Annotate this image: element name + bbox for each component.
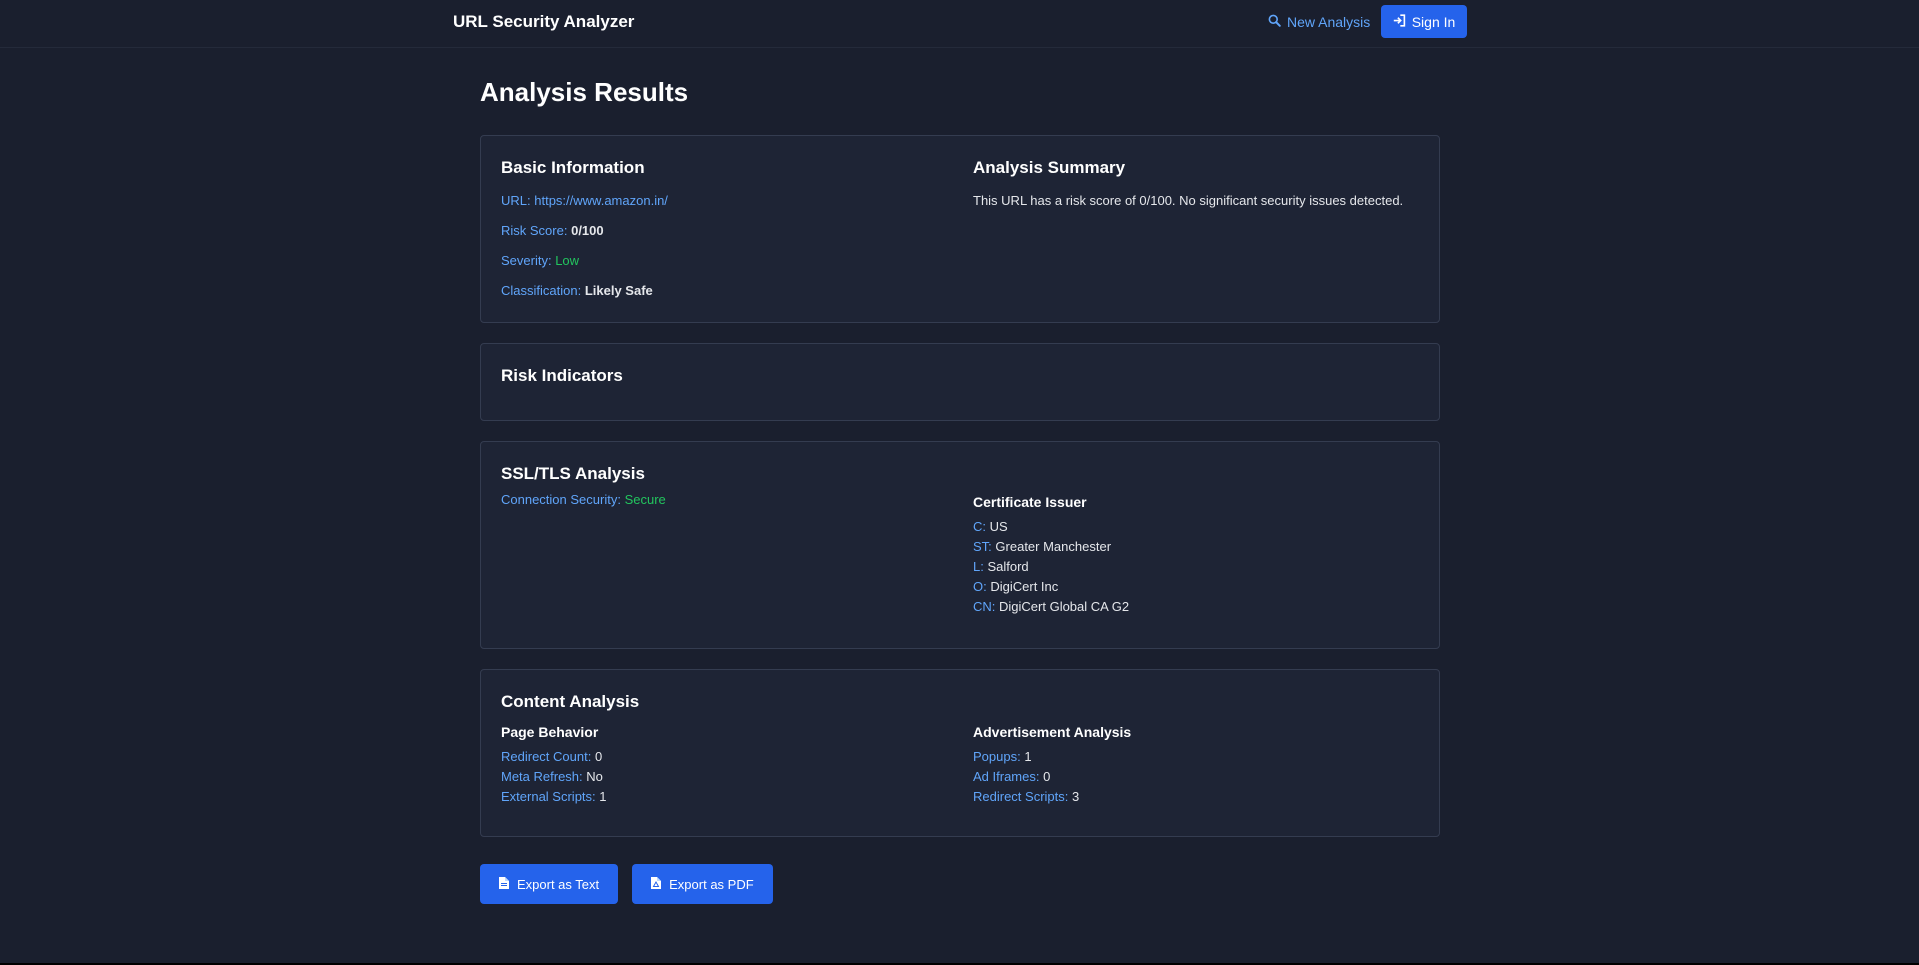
file-text-icon bbox=[499, 876, 509, 892]
issuer-row: C: US bbox=[973, 517, 1419, 537]
ssl-card: SSL/TLS Analysis Connection Security: Se… bbox=[480, 441, 1440, 649]
issuer-row: ST: Greater Manchester bbox=[973, 537, 1419, 557]
sign-in-icon bbox=[1393, 13, 1406, 30]
risk-indicators-title: Risk Indicators bbox=[501, 366, 623, 385]
item-value: 0 bbox=[1043, 769, 1051, 784]
risk-indicators-card: Risk Indicators bbox=[480, 343, 1440, 421]
sign-in-label: Sign In bbox=[1411, 13, 1456, 30]
url-label: URL: bbox=[501, 193, 531, 208]
sign-in-button[interactable]: Sign In bbox=[1381, 5, 1467, 38]
issuer-row: O: DigiCert Inc bbox=[973, 577, 1419, 597]
item-key: Meta Refresh: bbox=[501, 769, 583, 784]
issuer-value: DigiCert Inc bbox=[990, 579, 1059, 594]
file-pdf-icon bbox=[651, 876, 662, 892]
ssl-title: SSL/TLS Analysis bbox=[501, 464, 645, 483]
item-value: 3 bbox=[1072, 789, 1080, 804]
risk-score-value: 0/100 bbox=[571, 223, 604, 238]
severity-value: Low bbox=[555, 253, 580, 268]
severity-row: Severity: Low bbox=[501, 253, 973, 268]
export-text-button[interactable]: Export as Text bbox=[480, 864, 619, 904]
analysis-summary-title: Analysis Summary bbox=[973, 158, 1126, 177]
advertisement-analysis-title: Advertisement Analysis bbox=[973, 724, 1132, 740]
issuer-value: Greater Manchester bbox=[995, 539, 1112, 554]
risk-score-row: Risk Score: 0/100 bbox=[501, 223, 973, 238]
export-pdf-label: Export as PDF bbox=[669, 876, 754, 892]
issuer-value: DigiCert Global CA G2 bbox=[999, 599, 1130, 614]
connection-security-row: Connection Security: Secure bbox=[501, 492, 973, 507]
item-key: Popups: bbox=[973, 749, 1021, 764]
certificate-issuer-list: C: US ST: Greater Manchester L: Salford … bbox=[973, 517, 1419, 617]
connection-security-label: Connection Security: bbox=[501, 492, 621, 507]
issuer-value: Salford bbox=[987, 559, 1029, 574]
url-row: URL: https://www.amazon.in/ bbox=[501, 193, 973, 208]
issuer-row: L: Salford bbox=[973, 557, 1419, 577]
page-behavior-list: Redirect Count: 0 Meta Refresh: No Exter… bbox=[501, 747, 973, 807]
severity-label: Severity: bbox=[501, 253, 552, 268]
item-value: No bbox=[586, 769, 603, 784]
list-item: Redirect Scripts: 3 bbox=[973, 787, 1419, 807]
analysis-summary-text: This URL has a risk score of 0/100. No s… bbox=[973, 193, 1404, 208]
issuer-row: CN: DigiCert Global CA G2 bbox=[973, 597, 1419, 617]
item-key: External Scripts: bbox=[501, 789, 596, 804]
issuer-key: L: bbox=[973, 559, 984, 574]
classification-value: Likely Safe bbox=[584, 283, 653, 298]
issuer-key: CN: bbox=[973, 599, 996, 614]
advertisement-list: Popups: 1 Ad Iframes: 0 Redirect Scripts… bbox=[973, 747, 1419, 807]
issuer-key: ST: bbox=[973, 539, 992, 554]
classification-label: Classification: bbox=[501, 283, 582, 298]
item-value: 1 bbox=[599, 789, 607, 804]
main-content: Analysis Results Basic Information URL: … bbox=[480, 48, 1440, 904]
app-brand[interactable]: URL Security Analyzer bbox=[453, 12, 634, 32]
export-text-label: Export as Text bbox=[517, 876, 600, 892]
list-item: Meta Refresh: No bbox=[501, 767, 973, 787]
item-key: Redirect Count: bbox=[501, 749, 592, 764]
list-item: Redirect Count: 0 bbox=[501, 747, 973, 767]
top-navbar: URL Security Analyzer New Analysis Sign … bbox=[0, 0, 1919, 48]
issuer-key: C: bbox=[973, 519, 986, 534]
connection-security-value: Secure bbox=[624, 492, 666, 507]
issuer-key: O: bbox=[973, 579, 987, 594]
item-key: Redirect Scripts: bbox=[973, 789, 1069, 804]
item-key: Ad Iframes: bbox=[973, 769, 1040, 784]
content-analysis-title: Content Analysis bbox=[501, 692, 640, 711]
issuer-value: US bbox=[989, 519, 1008, 534]
basic-info-card: Basic Information URL: https://www.amazo… bbox=[480, 135, 1440, 323]
search-icon bbox=[1268, 14, 1281, 30]
list-item: Ad Iframes: 0 bbox=[973, 767, 1419, 787]
page-title: Analysis Results bbox=[480, 77, 689, 107]
certificate-issuer-title: Certificate Issuer bbox=[973, 494, 1087, 510]
content-analysis-card: Content Analysis Page Behavior Redirect … bbox=[480, 669, 1440, 837]
export-pdf-button[interactable]: Export as PDF bbox=[632, 864, 773, 904]
list-item: Popups: 1 bbox=[973, 747, 1419, 767]
export-actions: Export as Text Export as PDF bbox=[480, 864, 1440, 904]
risk-score-label: Risk Score: bbox=[501, 223, 568, 238]
item-value: 1 bbox=[1024, 749, 1032, 764]
list-item: External Scripts: 1 bbox=[501, 787, 973, 807]
new-analysis-label: New Analysis bbox=[1287, 14, 1371, 30]
new-analysis-link[interactable]: New Analysis bbox=[1268, 14, 1370, 30]
item-value: 0 bbox=[594, 749, 603, 764]
classification-row: Classification: Likely Safe bbox=[501, 283, 973, 298]
page-behavior-title: Page Behavior bbox=[501, 724, 599, 740]
basic-info-title: Basic Information bbox=[501, 158, 645, 177]
url-link[interactable]: https://www.amazon.in/ bbox=[534, 193, 668, 208]
